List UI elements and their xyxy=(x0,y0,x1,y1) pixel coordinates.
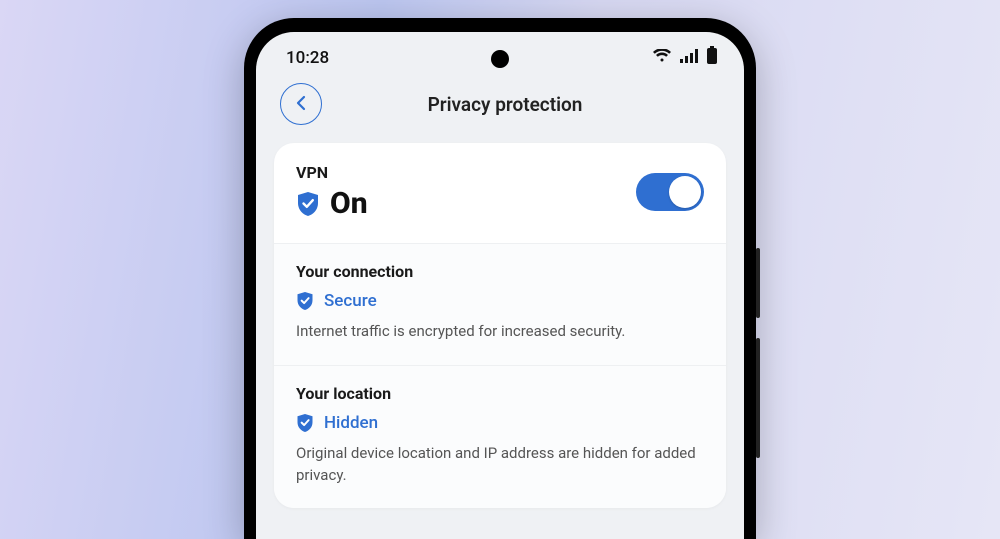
phone-side-button xyxy=(756,338,760,458)
signal-icon xyxy=(680,48,698,68)
shield-check-icon xyxy=(296,291,314,311)
location-section: Your location Hidden Original device loc… xyxy=(274,365,726,509)
connection-desc: Internet traffic is encrypted for increa… xyxy=(296,321,704,343)
phone-screen: 10:28 Privacy protection xyxy=(256,32,744,539)
status-time: 10:28 xyxy=(286,48,329,68)
battery-icon xyxy=(706,46,718,69)
vpn-row: VPN On xyxy=(274,143,726,243)
vpn-label: VPN xyxy=(296,163,368,182)
chevron-left-icon xyxy=(295,95,307,114)
shield-check-icon xyxy=(296,413,314,433)
location-status: Hidden xyxy=(324,413,378,433)
location-desc: Original device location and IP address … xyxy=(296,443,704,487)
wifi-icon xyxy=(652,48,672,68)
toggle-knob xyxy=(669,176,701,208)
settings-card: VPN On Your connection xyxy=(274,143,726,508)
phone-frame: 10:28 Privacy protection xyxy=(244,18,756,539)
vpn-state: On xyxy=(330,186,368,221)
connection-status: Secure xyxy=(324,291,377,311)
phone-side-button xyxy=(756,248,760,318)
shield-check-icon xyxy=(296,191,320,217)
connection-section: Your connection Secure Internet traffic … xyxy=(274,243,726,365)
page-title: Privacy protection xyxy=(350,93,660,116)
connection-title: Your connection xyxy=(296,262,704,281)
back-button[interactable] xyxy=(280,83,322,125)
vpn-toggle[interactable] xyxy=(636,173,704,211)
camera-notch xyxy=(491,50,509,68)
page-header: Privacy protection xyxy=(256,75,744,143)
location-title: Your location xyxy=(296,384,704,403)
